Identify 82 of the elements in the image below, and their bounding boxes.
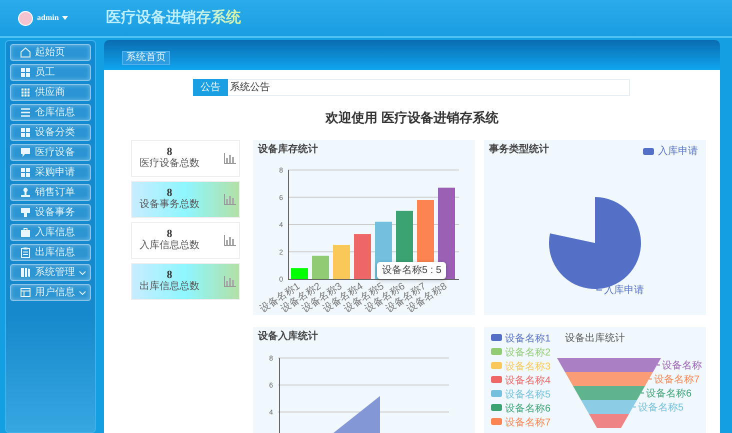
book-icon [20,267,31,278]
chevron-icon [79,270,86,274]
list-icon [20,107,31,118]
legend-swatch[interactable] [491,418,502,424]
stat-label: 设备事务总数 [140,199,200,211]
leader-line [656,364,660,365]
grid-icon [20,127,31,138]
grid-icon [20,167,31,178]
legend-swatch[interactable] [491,404,502,410]
bar [333,244,350,278]
sidebar-item[interactable]: 起始页 [10,44,91,61]
sidebar-item[interactable]: 系统管理 [10,264,91,281]
legend-swatch[interactable] [491,348,502,354]
person-icon [20,187,31,198]
bar-chart-icon [224,234,236,246]
chart-tooltip: 设备名称5 : 5 [377,262,446,278]
sidebar-item[interactable]: 销售订单 [10,184,91,201]
chart-title: 事务类型统计 [488,142,550,156]
bar-chart-icon [224,152,236,164]
legend-label[interactable]: 入库申请 [658,144,698,158]
sidebar-item[interactable]: 医疗设备 [10,144,91,161]
leader-line [640,392,644,393]
sidebar-item[interactable]: 设备分类 [10,124,91,141]
sidebar-item[interactable]: 员工 [10,64,91,81]
legend-label[interactable]: 设备名称2 [505,347,551,358]
legend-label[interactable]: 设备名称7 [505,417,551,428]
sidebar-item[interactable]: 出库信息 [10,244,91,261]
legend-label[interactable]: 设备名称6 [505,403,551,414]
legend-label[interactable]: 设备名称4 [505,375,551,386]
bar-chart-icon [224,194,236,204]
leader-line [632,406,636,407]
chart-title: 设备库存统计 [256,142,319,156]
sidebar-item[interactable]: 采购申请 [10,164,91,181]
legend-swatch[interactable] [491,390,502,396]
sidebar-item[interactable]: 供应商 [10,84,91,101]
bar-chart-icon [224,276,236,286]
chat-icon [20,147,31,158]
leader-line [648,378,652,379]
legend-swatch[interactable] [491,376,502,382]
chart-title: 设备出库统计 [565,332,625,344]
bar [354,234,371,278]
chart-title: 设备入库统计 [256,329,319,344]
briefcase-icon [20,227,31,238]
stat-label: 医疗设备总数 [140,158,200,170]
bar [312,255,329,278]
legend-label[interactable]: 设备名称1 [505,333,551,344]
grid-icon [20,67,31,78]
notice-text: 系统公告 [229,80,270,95]
legend-label[interactable]: 设备名称5 [505,389,551,400]
sidebar-item[interactable]: 仓库信息 [10,104,91,121]
grid-icon [20,87,31,98]
notice-tag: 公告 [193,78,228,96]
username[interactable]: admin [37,12,59,24]
sidebar-item[interactable]: 入库信息 [10,224,91,241]
stamp-icon [20,207,31,218]
clipboard-icon [20,247,31,258]
home-icon [20,47,31,58]
stat-value: 8 [166,146,172,158]
sidebar-item[interactable]: 设备事务 [10,204,91,221]
funnel-label: 设备名称6 [646,388,692,399]
window-icon [20,287,31,298]
avatar[interactable] [18,10,33,26]
legend-swatch[interactable] [491,334,502,340]
stat-value: 8 [166,228,172,240]
funnel-layer [573,386,645,400]
stat-label: 入库信息总数 [140,240,200,252]
chevron-icon [79,290,86,294]
legend-swatch[interactable] [491,362,502,368]
stat-value: 8 [166,269,172,281]
legend-swatch[interactable] [643,148,654,154]
stat-label: 出库信息总数 [140,281,200,293]
caret-icon [62,16,68,20]
funnel-label: 设备名称5 [638,402,684,413]
stat-value: 8 [166,187,172,199]
funnel-label: 设备名称7 [654,374,700,385]
sidebar-item[interactable]: 用户信息 [10,284,91,301]
funnel-label: 设备名称 [662,360,702,371]
breadcrumb-link[interactable]: 系统首页 [122,51,170,65]
bar [291,268,308,278]
funnel-layer [581,400,637,414]
funnel-layer [589,414,629,428]
welcome-heading: 欢迎使用 医疗设备进销存系统 [324,109,500,127]
